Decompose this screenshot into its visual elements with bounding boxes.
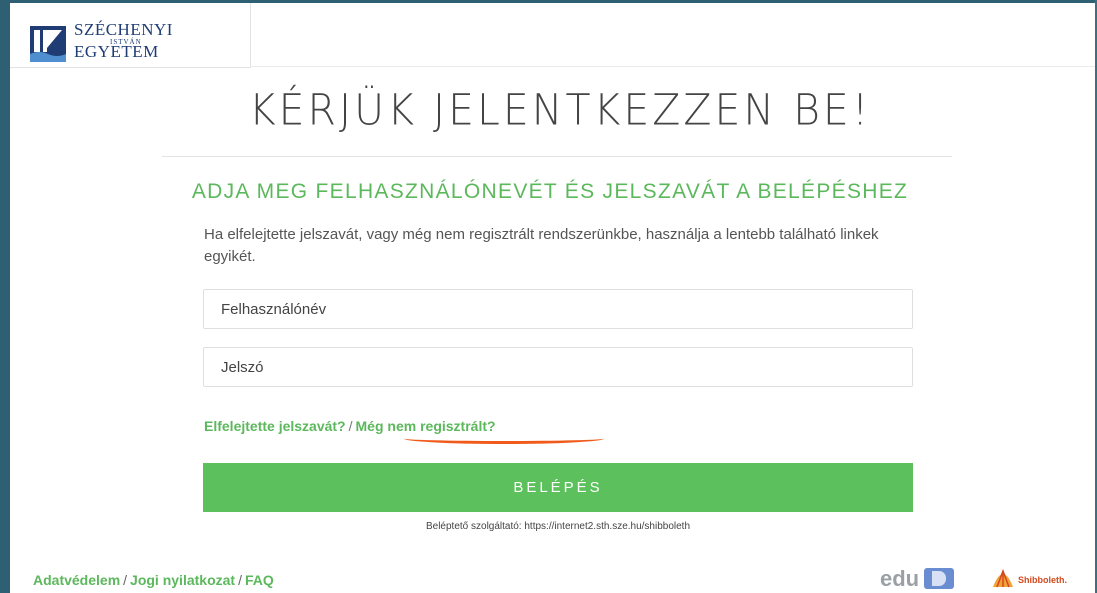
- footer-separator: /: [238, 572, 242, 588]
- password-input[interactable]: [203, 347, 913, 387]
- username-input[interactable]: [203, 289, 913, 329]
- legal-link[interactable]: Jogi nyilatkozat: [130, 572, 235, 588]
- account-links: Elfelejtette jelszavát? / Még nem regisztr…: [204, 418, 496, 434]
- login-button[interactable]: BELÉPÉS: [203, 463, 913, 512]
- login-subtitle: ADJA MEG FELHASZNÁLÓNEVÉT ÉS JELSZAVÁT A…: [191, 180, 909, 203]
- logo-text-line2: EGYETEM: [74, 42, 159, 61]
- window-left-border: [0, 0, 10, 593]
- page-title: KÉRJÜK JELENTKEZZEN BE!: [248, 84, 872, 136]
- footer-separator: /: [123, 572, 128, 588]
- eduid-logo[interactable]: edu: [880, 566, 970, 591]
- register-link[interactable]: Még nem regisztrált?: [356, 418, 496, 434]
- title-divider: [162, 156, 952, 157]
- forgot-password-link[interactable]: Elfelejtette jelszavát?: [204, 418, 346, 434]
- privacy-link[interactable]: Adatvédelem: [33, 572, 120, 588]
- help-text: Ha elfelejtette jelszavát, vagy még nem …: [204, 226, 879, 265]
- shibboleth-text: Shibboleth.: [1018, 575, 1067, 585]
- shibboleth-shell-icon: [993, 568, 1013, 588]
- footer-links: Adatvédelem / Jogi nyilatkozat / FAQ: [33, 572, 274, 588]
- shibboleth-logo[interactable]: Shibboleth.: [990, 567, 1090, 591]
- faq-link[interactable]: FAQ: [245, 572, 274, 588]
- logo-text-line1: SZÉCHENYI: [74, 20, 173, 39]
- logo-emblem-icon: [30, 26, 66, 62]
- header-divider: [250, 66, 1095, 67]
- university-logo[interactable]: SZÉCHENYI ISTVÁN EGYETEM: [30, 20, 210, 64]
- eduid-text: edu: [880, 566, 920, 591]
- link-separator: /: [348, 418, 353, 434]
- register-highlight-underline: [404, 433, 604, 444]
- eduid-id-icon: [924, 568, 954, 589]
- identity-provider-text: Beléptető szolgáltató: https://internet2…: [425, 521, 691, 532]
